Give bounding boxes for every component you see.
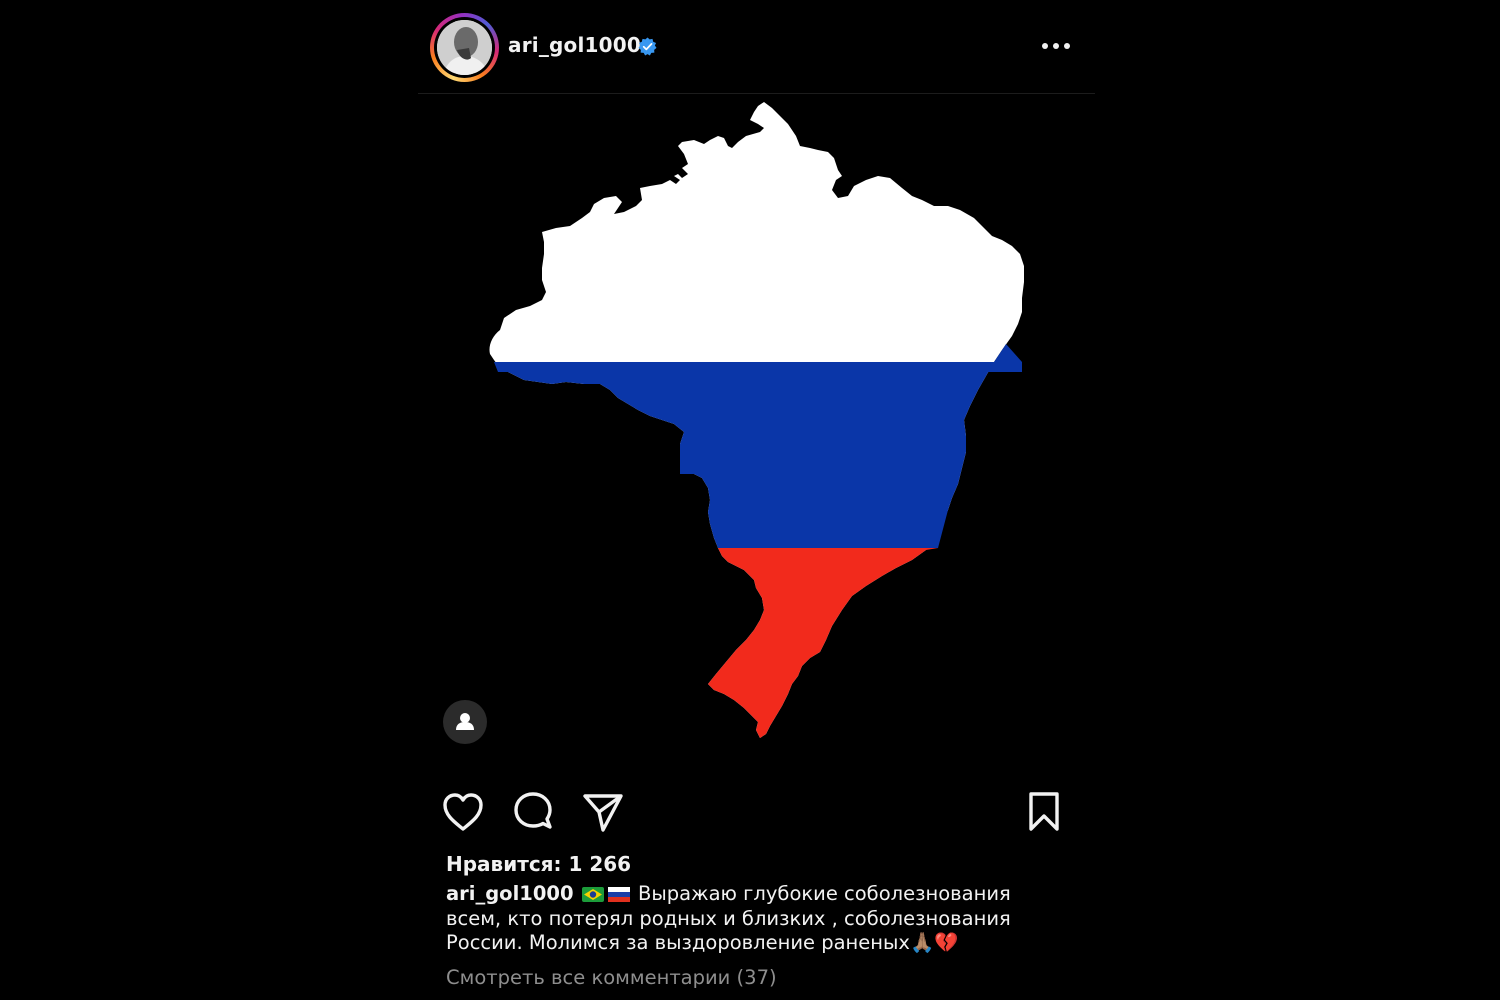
view-all-comments-link[interactable]: Смотреть все комментарии (37) — [446, 966, 777, 989]
caption-username[interactable]: ari_gol1000 — [446, 882, 574, 905]
post-caption: ari_gol1000 Выражаю глубокие соболезнова… — [446, 882, 1046, 956]
caption-text-line2: всем, кто потерял родных и близких , соб… — [446, 906, 1011, 930]
heart-icon — [443, 793, 483, 831]
share-button[interactable] — [580, 789, 626, 835]
save-button[interactable] — [1021, 789, 1067, 835]
caption-text-line3: России. Молимся за выздоровление раненых — [446, 931, 910, 954]
verified-badge-icon — [638, 37, 657, 56]
tagged-people-button[interactable] — [443, 700, 487, 744]
post-header: ari_gol1000 — [418, 0, 1095, 94]
person-icon — [456, 713, 474, 730]
like-button[interactable] — [440, 789, 486, 835]
caption-emojis: 🙏🏽💔 — [909, 931, 959, 954]
brazil-flag-icon — [581, 887, 604, 902]
more-options-button[interactable] — [1038, 34, 1074, 58]
paper-plane-icon — [583, 794, 623, 832]
post-author-username[interactable]: ari_gol1000 — [508, 33, 641, 57]
avatar[interactable] — [430, 13, 499, 82]
caption-text-line1: Выражаю глубокие соболезнования — [637, 882, 1011, 905]
instagram-post: ari_gol1000 Нравится: 1 266 ari_gol1000 … — [418, 0, 1095, 1000]
avatar-photo — [437, 20, 492, 75]
russia-flag-icon — [607, 887, 630, 902]
comment-icon — [514, 792, 552, 829]
likes-count[interactable]: Нравится: 1 266 — [446, 852, 631, 876]
post-image[interactable] — [418, 94, 1095, 771]
bookmark-icon — [1029, 792, 1059, 831]
comment-button[interactable] — [510, 789, 556, 835]
